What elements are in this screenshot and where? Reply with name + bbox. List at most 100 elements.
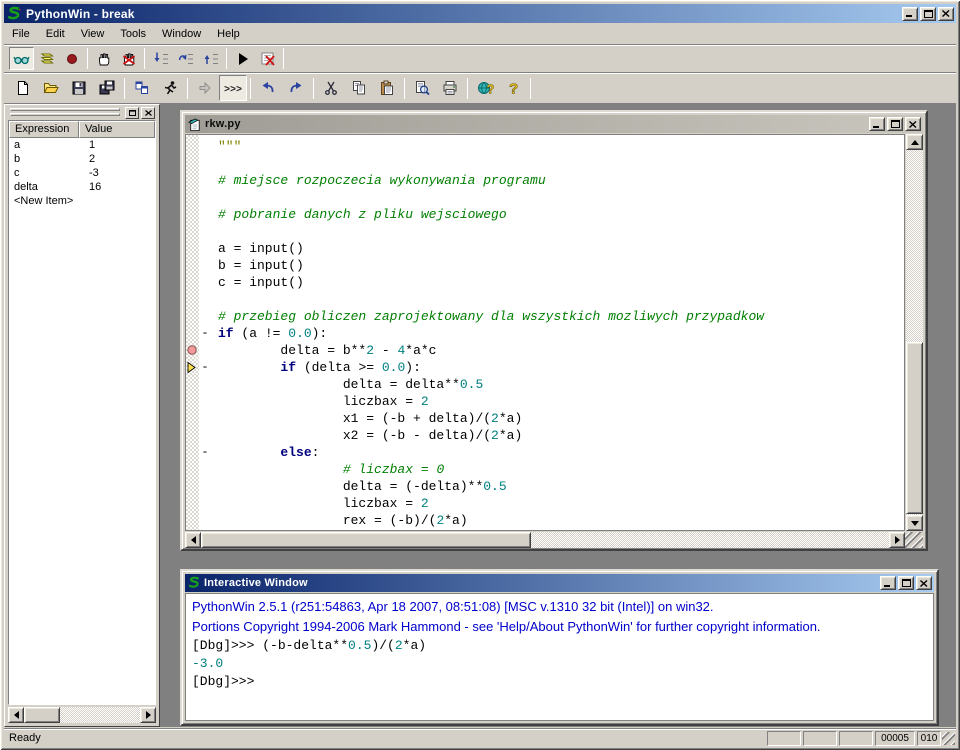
watch-expression: c — [9, 166, 79, 180]
current-line-arrow[interactable] — [187, 362, 199, 373]
watch-column-expression[interactable]: Expression — [9, 121, 79, 138]
editor-close-button[interactable] — [905, 117, 921, 131]
iw-maximize-button[interactable] — [898, 576, 914, 590]
minimize-button[interactable] — [902, 7, 918, 21]
copy-button[interactable] — [345, 75, 373, 101]
close-debugger-button[interactable] — [255, 47, 280, 70]
menu-edit[interactable]: Edit — [38, 26, 73, 43]
interactive-window-button[interactable]: >>> — [219, 75, 247, 101]
print-preview-button[interactable] — [408, 75, 436, 101]
new-button[interactable] — [9, 75, 37, 101]
menu-help[interactable]: Help — [209, 26, 248, 43]
scroll-left-button[interactable] — [185, 532, 201, 548]
close-button[interactable] — [938, 7, 954, 21]
go-button[interactable] — [230, 47, 255, 70]
toolbar-separator — [87, 48, 88, 69]
fold-marker[interactable]: - — [199, 359, 211, 376]
import-reload-button[interactable] — [128, 75, 156, 101]
watch-horizontal-scrollbar[interactable] — [8, 707, 156, 723]
watch-close-button[interactable] — [141, 107, 155, 119]
print-button[interactable] — [436, 75, 464, 101]
step-out-button[interactable] — [198, 47, 223, 70]
save-icon — [71, 80, 87, 96]
web-help-button[interactable]: ? — [471, 75, 499, 101]
step-into-button[interactable] — [148, 47, 173, 70]
menu-file[interactable]: File — [4, 26, 38, 43]
watch-float-button[interactable] — [125, 107, 139, 119]
redo-button[interactable] — [282, 75, 310, 101]
scroll-track[interactable] — [531, 532, 889, 548]
step-out-icon — [203, 51, 219, 67]
watch-row[interactable]: <New Item> — [9, 194, 155, 208]
toolbar-separator — [187, 78, 188, 99]
editor-minimize-button[interactable] — [869, 117, 885, 131]
scroll-down-button[interactable] — [906, 515, 923, 531]
fold-marker[interactable]: - — [199, 325, 211, 342]
code-line: # liczbax = 0 — [186, 461, 904, 478]
toolbar-separator — [404, 78, 405, 99]
editor-vertical-scrollbar[interactable] — [906, 134, 923, 531]
app-icon — [6, 6, 22, 22]
run-button[interactable] — [156, 75, 184, 101]
dock-gripper[interactable] — [10, 113, 120, 116]
scroll-thumb[interactable] — [24, 707, 60, 723]
iw-close-button[interactable] — [916, 576, 932, 590]
interactive-console[interactable]: PythonWin 2.5.1 (r251:54863, Apr 18 2007… — [185, 593, 934, 721]
help-button[interactable]: ? — [499, 75, 527, 101]
dock-gripper[interactable] — [10, 108, 120, 111]
menu-tools[interactable]: Tools — [112, 26, 154, 43]
scroll-up-button[interactable] — [906, 134, 923, 150]
paste-button[interactable] — [373, 75, 401, 101]
breakpoints-button[interactable] — [59, 47, 84, 70]
check-button[interactable] — [191, 75, 219, 101]
watch-button[interactable] — [9, 47, 34, 70]
watch-row[interactable]: a1 — [9, 138, 155, 152]
window-resize-grip[interactable] — [942, 732, 955, 745]
watch-row[interactable]: c-3 — [9, 166, 155, 180]
debug-toolbar — [4, 44, 956, 72]
scroll-track[interactable] — [60, 707, 140, 723]
breakpoint-marker[interactable] — [187, 345, 199, 355]
watch-row[interactable]: b2 — [9, 152, 155, 166]
editor-horizontal-scrollbar[interactable] — [185, 532, 905, 548]
iw-minimize-button[interactable] — [880, 576, 896, 590]
stop-debugging-icon — [121, 51, 137, 67]
status-cell — [803, 731, 837, 746]
watch-row[interactable]: delta16 — [9, 180, 155, 194]
undo-button[interactable] — [254, 75, 282, 101]
watch-value: -3 — [79, 166, 155, 180]
editor-resize-grip[interactable] — [905, 532, 923, 548]
fold-marker[interactable]: - — [199, 444, 211, 461]
hand-button[interactable] — [91, 47, 116, 70]
cut-button[interactable] — [317, 75, 345, 101]
scroll-right-button[interactable] — [889, 532, 905, 548]
stop-debugging-button[interactable] — [116, 47, 141, 70]
toolbar-separator — [283, 48, 284, 69]
maximize-button[interactable] — [920, 7, 936, 21]
stack-button[interactable] — [34, 47, 59, 70]
scroll-left-button[interactable] — [8, 707, 24, 723]
save-all-button[interactable] — [93, 75, 121, 101]
menu-window[interactable]: Window — [154, 26, 209, 43]
watch-column-value[interactable]: Value — [79, 121, 155, 138]
step-over-button[interactable] — [173, 47, 198, 70]
stack-icon — [39, 51, 55, 67]
watch-expression: a — [9, 138, 79, 152]
status-cell: 010 — [917, 731, 941, 746]
redo-icon — [288, 80, 304, 96]
editor-titlebar[interactable]: rkw.py — [185, 115, 923, 133]
interactive-titlebar[interactable]: Interactive Window — [185, 574, 934, 592]
code-line: b = input() — [186, 257, 904, 274]
code-editor[interactable]: """# miejsce rozpoczecia wykonywania pro… — [185, 134, 905, 531]
main-titlebar[interactable]: PythonWin - break — [4, 4, 956, 23]
open-button[interactable] — [37, 75, 65, 101]
step-into-icon — [153, 51, 169, 67]
editor-window: rkw.py """# miejsce rozpoczecia wykonywa… — [180, 110, 928, 551]
check-icon — [197, 80, 213, 96]
scroll-right-button[interactable] — [140, 707, 156, 723]
menu-view[interactable]: View — [73, 26, 113, 43]
editor-maximize-button[interactable] — [887, 117, 903, 131]
scroll-thumb[interactable] — [906, 342, 923, 514]
scroll-thumb[interactable] — [201, 532, 531, 548]
save-button[interactable] — [65, 75, 93, 101]
